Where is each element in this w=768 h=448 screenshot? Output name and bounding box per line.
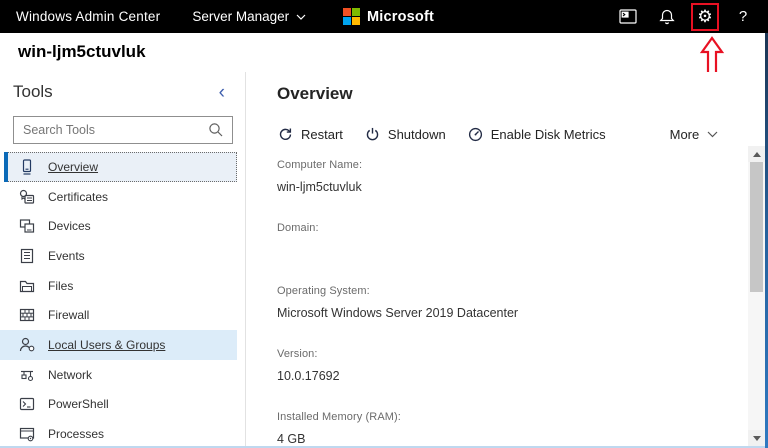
processes-icon [19, 426, 35, 442]
field-label: Operating System: [277, 285, 748, 297]
firewall-icon [19, 307, 35, 323]
field-domain: Domain: [277, 222, 748, 258]
overview-toolbar: Restart Shutdown Enable Disk Metrics Mor… [267, 123, 748, 146]
tools-sidebar: Tools ‹ Overview Certificates [0, 72, 246, 446]
enable-disk-metrics-label: Enable Disk Metrics [491, 127, 606, 142]
field-label: Domain: [277, 222, 748, 234]
sidebar-item-local-users-groups[interactable]: Local Users & Groups [0, 330, 237, 360]
network-icon [19, 367, 35, 383]
tools-header: Tools ‹ [0, 72, 245, 110]
field-operating-system: Operating System: Microsoft Windows Serv… [277, 285, 748, 321]
sidebar-item-label: Firewall [48, 308, 89, 322]
chevron-down-icon [707, 131, 718, 138]
tools-list: Overview Certificates Devices Events [0, 152, 245, 448]
sidebar-item-label: Events [48, 249, 85, 263]
sidebar-item-network[interactable]: Network [0, 360, 245, 390]
restart-button[interactable]: Restart [267, 123, 354, 146]
scroll-down-arrow-icon [753, 436, 761, 441]
search-icon[interactable] [208, 122, 224, 138]
sidebar-item-powershell[interactable]: PowerShell [0, 390, 245, 420]
scroll-down-button[interactable] [748, 430, 765, 446]
microsoft-logo-icon [343, 8, 360, 25]
sidebar-item-files[interactable]: Files [0, 271, 245, 301]
field-value: 4 GB [277, 432, 748, 447]
sidebar-item-label: Files [48, 279, 73, 293]
more-button[interactable]: More [659, 123, 730, 146]
shutdown-label: Shutdown [388, 127, 446, 142]
overview-fields: Computer Name: win-ljm5ctuvluk Domain: O… [277, 159, 748, 448]
sidebar-item-label: Overview [48, 160, 98, 174]
settings-button[interactable]: ⚙ [691, 3, 719, 31]
gear-icon: ⚙ [697, 8, 712, 25]
restart-label: Restart [301, 127, 343, 142]
windows-admin-center-window: Windows Admin Center Server Manager Micr… [0, 0, 768, 448]
users-icon [19, 337, 35, 353]
overview-panel: Overview Restart Shutdown [247, 72, 748, 446]
files-icon [19, 278, 35, 294]
sidebar-item-label: PowerShell [48, 397, 109, 411]
server-name-title: win-ljm5ctuvluk [18, 42, 146, 62]
gauge-icon [468, 127, 483, 142]
top-bar: Windows Admin Center Server Manager Micr… [0, 0, 768, 33]
powershell-icon [19, 396, 35, 412]
scroll-up-button[interactable] [748, 146, 765, 162]
sidebar-item-label: Network [48, 368, 92, 382]
field-computer-name: Computer Name: win-ljm5ctuvluk [277, 159, 748, 195]
sidebar-item-processes[interactable]: Processes [0, 419, 245, 448]
more-label: More [670, 127, 700, 142]
field-value: 10.0.17692 [277, 369, 748, 384]
field-version: Version: 10.0.17692 [277, 348, 748, 384]
sidebar-item-label: Local Users & Groups [48, 338, 165, 352]
field-value [277, 243, 748, 258]
brand-name: Microsoft [367, 9, 434, 25]
sidebar-item-firewall[interactable]: Firewall [0, 300, 245, 330]
scrollbar-thumb[interactable] [750, 162, 763, 292]
scroll-up-arrow-icon [753, 152, 761, 157]
collapse-sidebar-button[interactable]: ‹ [219, 83, 225, 102]
field-label: Version: [277, 348, 748, 360]
devices-icon [19, 218, 35, 234]
power-icon [365, 127, 380, 142]
field-value: win-ljm5ctuvluk [277, 180, 748, 195]
certificate-icon [19, 189, 35, 205]
search-input[interactable] [13, 116, 233, 144]
field-label: Computer Name: [277, 159, 748, 171]
help-button[interactable]: ? [728, 4, 758, 30]
bell-icon [659, 8, 675, 25]
sidebar-item-label: Devices [48, 219, 91, 233]
field-value: Microsoft Windows Server 2019 Datacenter [277, 306, 748, 321]
field-installed-memory: Installed Memory (RAM): 4 GB [277, 411, 748, 447]
notifications-button[interactable] [652, 4, 682, 30]
sidebar-item-label: Certificates [48, 190, 108, 204]
sidebar-item-label: Processes [48, 427, 104, 441]
enable-disk-metrics-button[interactable]: Enable Disk Metrics [457, 123, 617, 146]
events-icon [19, 248, 35, 264]
restart-icon [278, 127, 293, 142]
page-title: Overview [277, 84, 748, 104]
vertical-scrollbar[interactable] [748, 146, 765, 446]
sidebar-item-overview[interactable]: Overview [4, 152, 237, 182]
terminal-icon [619, 9, 637, 24]
chevron-down-icon [296, 14, 306, 20]
sidebar-item-certificates[interactable]: Certificates [0, 182, 245, 212]
solution-dropdown[interactable]: Server Manager [192, 9, 306, 24]
sidebar-item-devices[interactable]: Devices [0, 211, 245, 241]
server-icon [19, 159, 35, 175]
solution-label: Server Manager [192, 9, 289, 24]
app-title[interactable]: Windows Admin Center [16, 9, 160, 24]
microsoft-brand: Microsoft [343, 0, 434, 33]
tools-title: Tools [13, 82, 53, 102]
sidebar-item-events[interactable]: Events [0, 241, 245, 271]
topbar-actions: ⚙ ? [613, 0, 758, 33]
shutdown-button[interactable]: Shutdown [354, 123, 457, 146]
help-icon: ? [739, 8, 747, 25]
tools-search [13, 116, 232, 144]
admin-terminal-button[interactable] [613, 4, 643, 30]
field-label: Installed Memory (RAM): [277, 411, 748, 423]
